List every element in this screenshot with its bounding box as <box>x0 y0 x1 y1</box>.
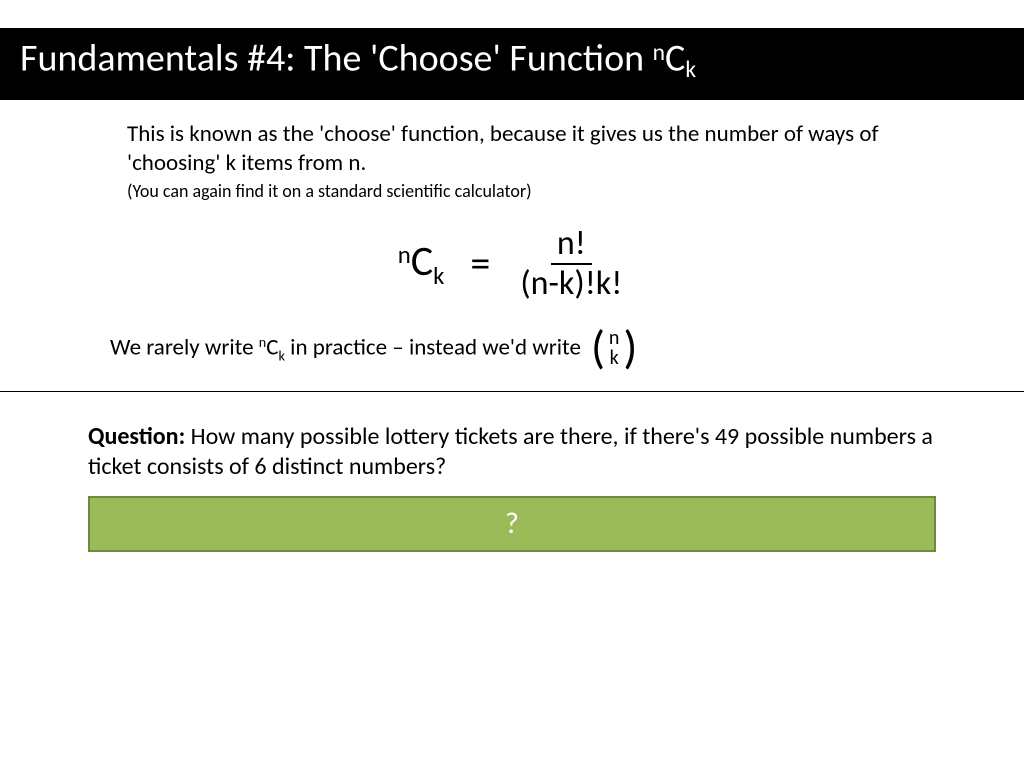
binomial-notation: ( n k ) <box>591 328 637 369</box>
formula-sup-n: n <box>398 239 411 270</box>
title-sub-k: k <box>685 56 696 84</box>
title-sup-n: n <box>653 39 665 67</box>
fraction-denominator: (n-k)!k! <box>516 265 626 302</box>
question-label: Question: <box>88 422 185 451</box>
practice-note: We rarely write nCk in practice – instea… <box>110 328 1024 369</box>
question-block: Question: How many possible lottery tick… <box>88 422 936 482</box>
formula-big-c: C <box>411 236 433 287</box>
formula: nCk = n! (n-k)!k! <box>0 226 1024 301</box>
binom-top: n <box>609 328 620 348</box>
intro-note: (You can again find it on a standard sci… <box>127 180 897 203</box>
intro-main: This is known as the 'choose' function, … <box>127 120 897 178</box>
formula-sub-k: k <box>433 260 444 291</box>
practice-pre: We rarely write <box>110 334 259 362</box>
equals-sign: = <box>468 239 492 288</box>
practice-big-c: C <box>266 334 278 362</box>
formula-lhs: nCk <box>398 236 445 291</box>
slide-title: Fundamentals #4: The 'Choose' Function n… <box>0 28 1024 100</box>
left-paren-icon: ( <box>591 328 605 369</box>
binom-bot: k <box>610 348 619 368</box>
title-big-c: C <box>665 36 685 82</box>
section-divider <box>0 391 1024 392</box>
practice-sup-n: n <box>259 333 267 351</box>
right-paren-icon: ) <box>623 328 637 369</box>
practice-post: in practice – instead we'd write <box>285 334 581 362</box>
intro-block: This is known as the 'choose' function, … <box>127 120 897 202</box>
reveal-answer-button[interactable]: ? <box>88 496 936 552</box>
title-prefix: Fundamentals #4: The 'Choose' Function <box>20 36 653 82</box>
formula-fraction: n! (n-k)!k! <box>516 226 626 301</box>
question-text: How many possible lottery tickets are th… <box>88 422 933 481</box>
answer-placeholder: ? <box>505 505 519 542</box>
fraction-numerator: n! <box>551 226 592 265</box>
